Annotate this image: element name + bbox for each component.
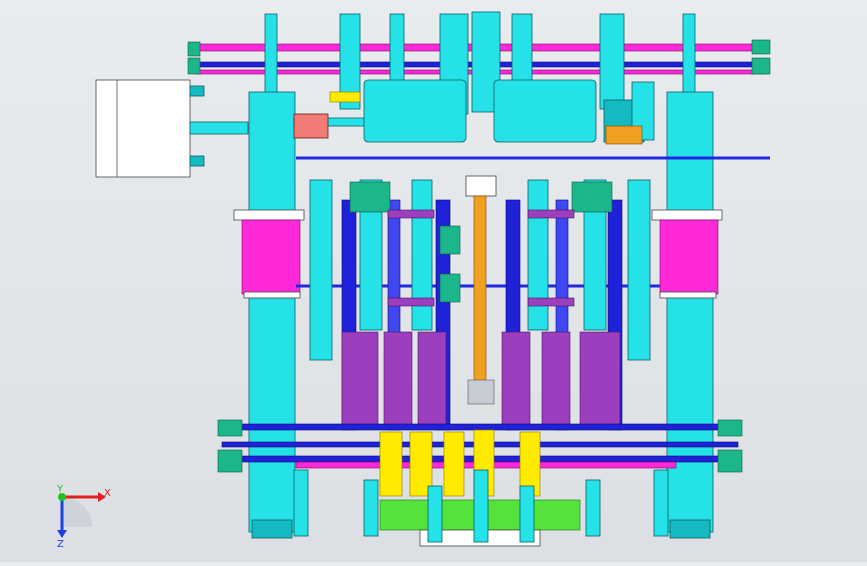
salmon-block <box>293 113 329 139</box>
control-box <box>95 79 249 178</box>
left-column-body <box>248 91 296 533</box>
upper-block-left <box>363 79 467 143</box>
right-column-foot <box>669 519 711 539</box>
pipe-end-fitting <box>751 39 771 55</box>
vertical-rod <box>264 13 278 95</box>
purple-cylinder <box>417 331 447 427</box>
pipe-end-fitting <box>187 57 201 75</box>
y-axis-label: Y <box>56 484 64 495</box>
right-column-cylinder <box>659 219 719 295</box>
cad-viewport[interactable]: X Y Z <box>0 0 867 562</box>
teal-cap <box>571 181 613 213</box>
lower-leg <box>585 479 601 537</box>
clamp-bar <box>387 209 435 219</box>
right-column-collar <box>651 209 723 221</box>
control-box-body <box>95 79 191 178</box>
z-axis-arrowhead <box>57 530 67 538</box>
pipe-end-fitting <box>751 57 771 75</box>
vertical-rod <box>599 13 625 110</box>
pipe-end-fitting <box>187 41 201 57</box>
assembly-drawing: X Y Z <box>56 11 771 550</box>
lower-leg <box>473 469 489 543</box>
cyan-rod-outer <box>627 179 651 361</box>
box-connector <box>189 155 205 167</box>
cyan-rod <box>527 179 549 331</box>
teal-cap <box>349 181 391 213</box>
yellow-part <box>443 431 465 497</box>
spindle-cap <box>465 175 497 197</box>
purple-cylinder <box>501 331 531 427</box>
upper-block-right <box>493 79 597 143</box>
lower-leg <box>427 485 443 543</box>
left-column-cylinder <box>241 219 301 295</box>
lower-leg <box>653 469 669 537</box>
cyan-rod-outer <box>309 179 333 361</box>
cyan-rod <box>411 179 433 331</box>
z-axis-label: Z <box>57 539 64 550</box>
lower-leg <box>293 469 309 537</box>
left-column-foot <box>251 519 293 539</box>
clamp-bar <box>387 297 435 307</box>
spindle-mount <box>439 225 461 255</box>
rail-end <box>717 419 743 437</box>
orange-bracket <box>605 125 643 145</box>
rail-end <box>717 449 743 473</box>
purple-cylinder <box>579 331 621 427</box>
spindle-shaft <box>473 195 487 397</box>
yellow-part <box>379 431 403 497</box>
lower-legs <box>293 469 669 543</box>
left-column-collar-lower <box>243 291 301 299</box>
lower-leg <box>519 485 535 543</box>
axis-triad: X Y Z <box>56 484 111 550</box>
spindle-coupling <box>467 379 495 405</box>
spindle-mount <box>439 273 461 303</box>
purple-cylinder <box>341 331 379 427</box>
clamp-bar <box>527 209 575 219</box>
vertical-rod <box>682 13 696 95</box>
rail-end <box>217 449 243 473</box>
right-column-collar-lower <box>659 291 717 299</box>
purple-cylinder <box>541 331 571 427</box>
clamp-bar <box>527 297 575 307</box>
lower-rail <box>221 423 739 431</box>
x-axis-label: X <box>104 488 111 499</box>
box-connector-pipe <box>189 121 249 135</box>
rail-end <box>217 419 243 437</box>
purple-cylinder <box>383 331 413 427</box>
lower-leg <box>363 479 379 537</box>
box-connector <box>189 85 205 97</box>
left-column-collar <box>233 209 305 221</box>
yellow-fitting <box>329 91 361 103</box>
